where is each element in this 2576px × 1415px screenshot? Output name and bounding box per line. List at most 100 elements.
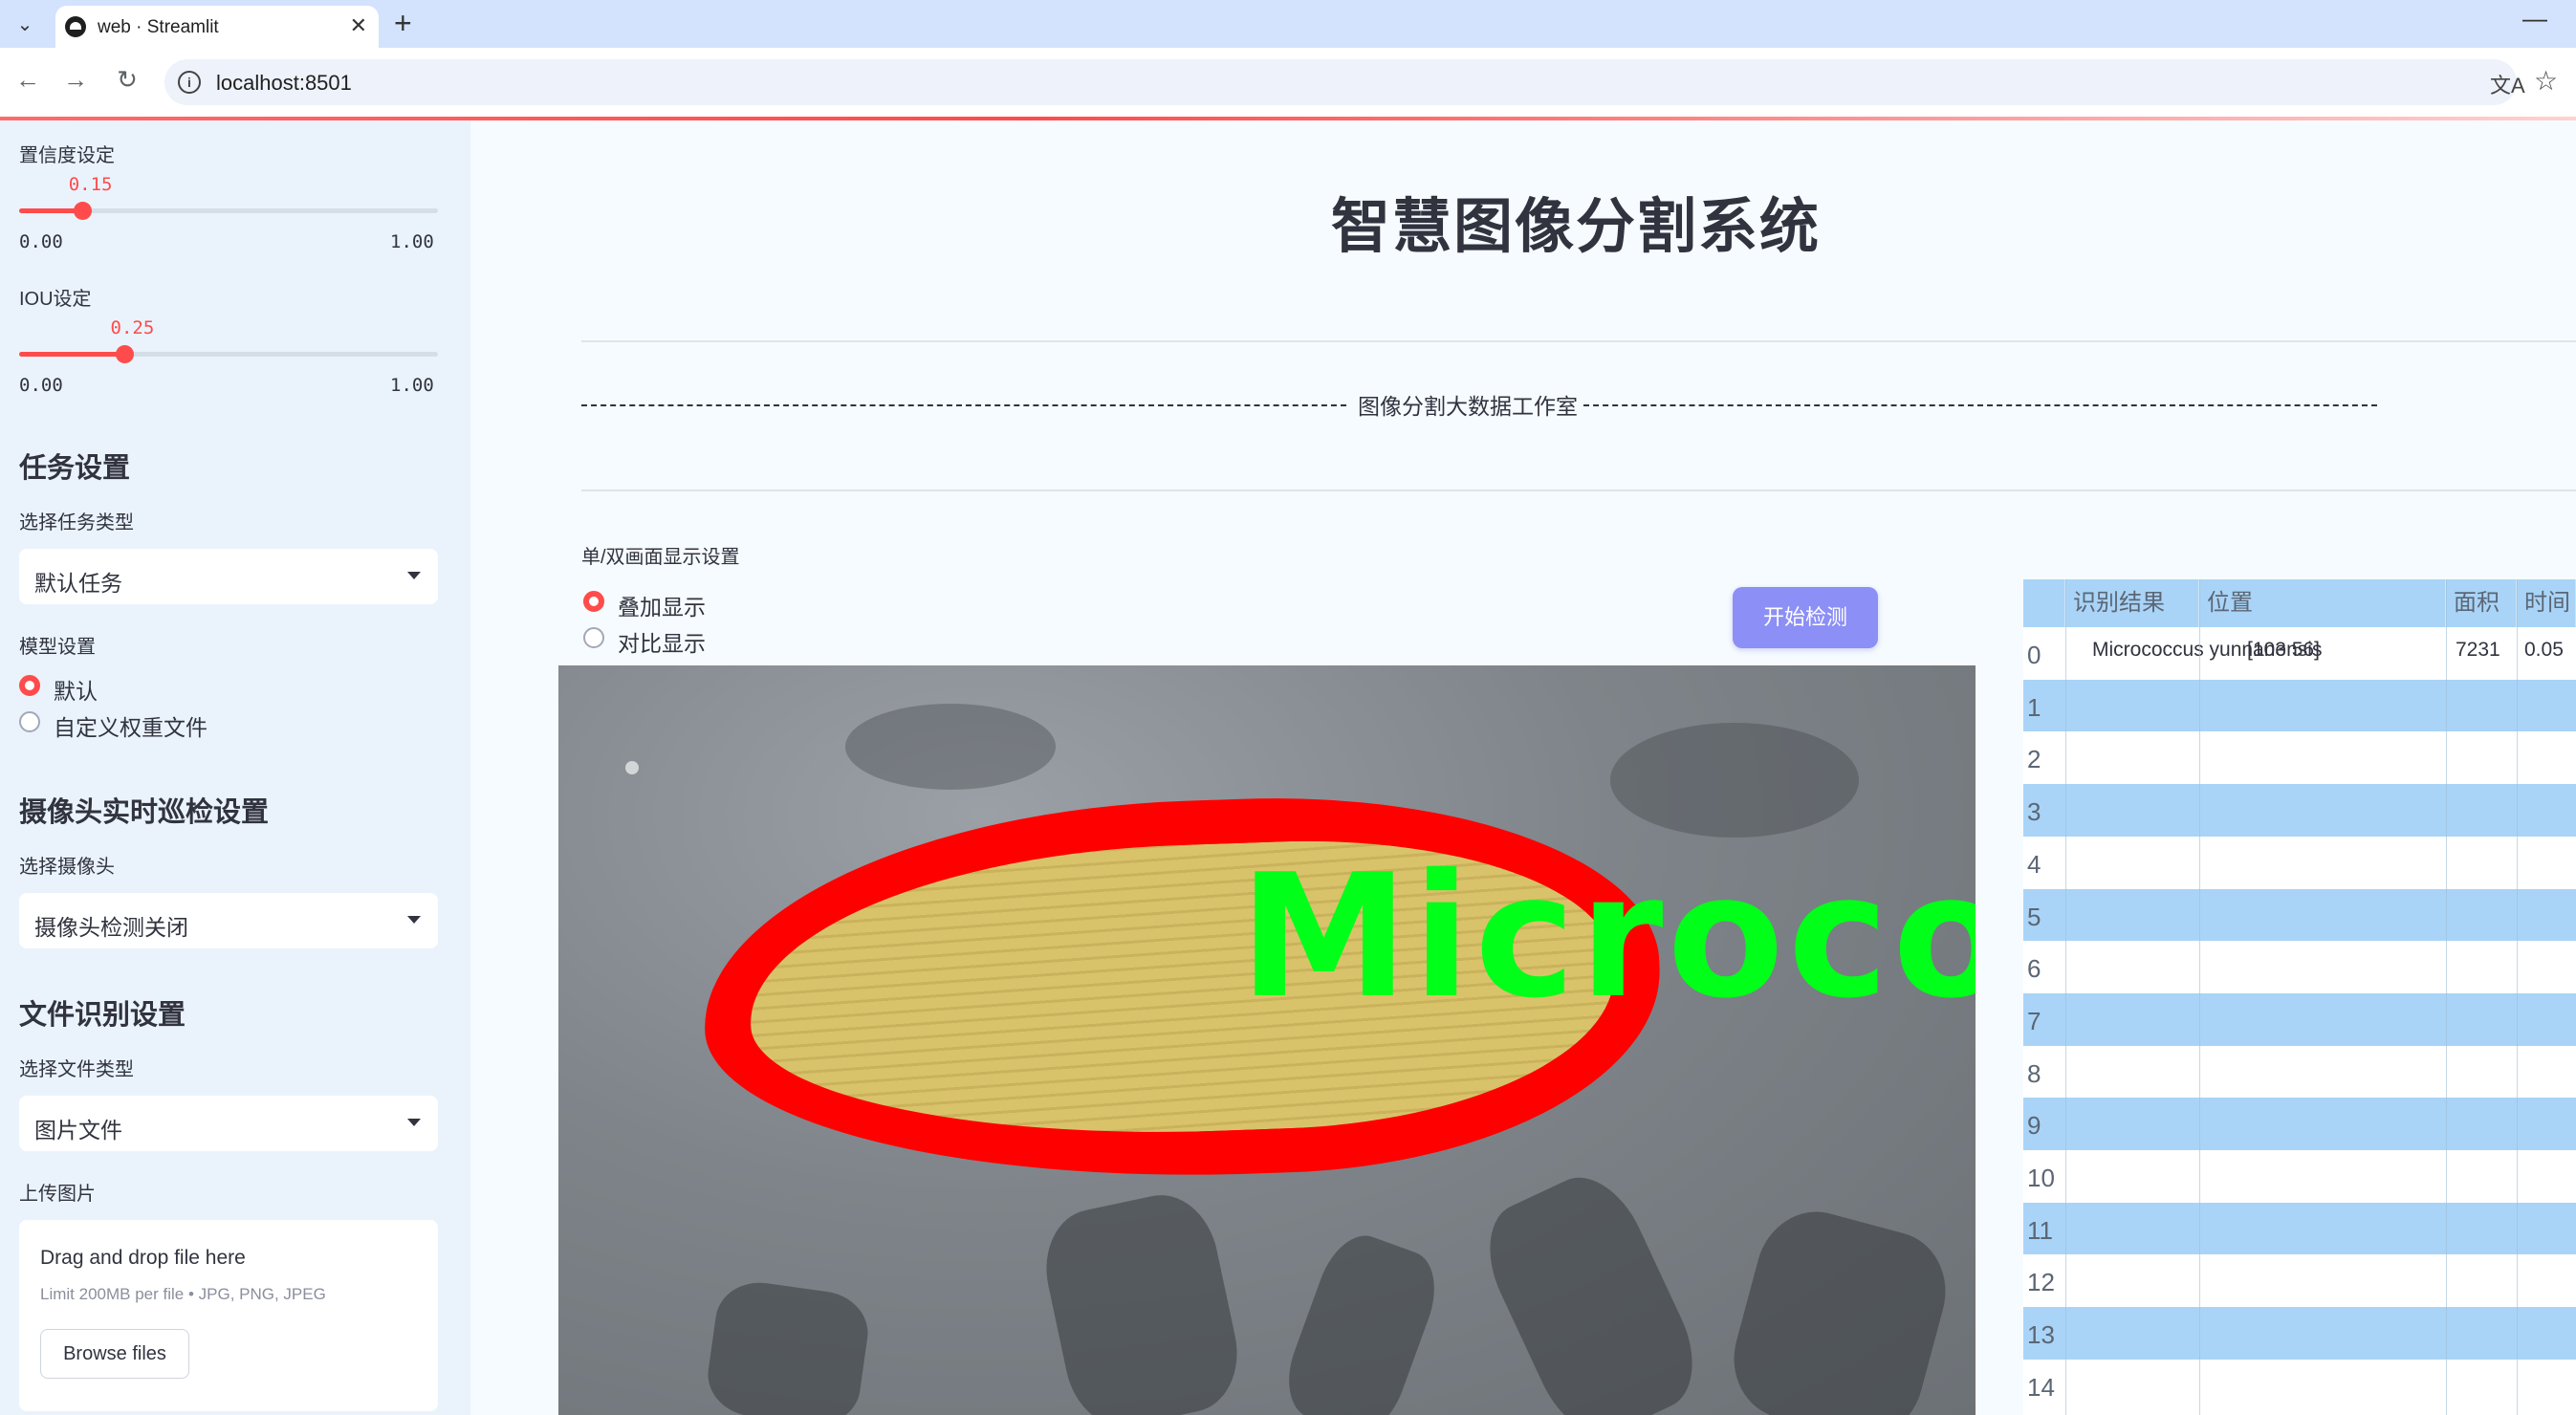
task-type-select[interactable]: 默认任务 <box>19 549 438 604</box>
table-row[interactable]: 13 <box>2023 1307 2576 1360</box>
display-option-label: 叠加显示 <box>618 595 706 620</box>
table-row[interactable]: 1 <box>2023 679 2576 732</box>
radio-unselected-icon[interactable] <box>583 627 604 648</box>
site-info-icon[interactable]: i <box>178 71 201 94</box>
image-texture <box>1610 723 1859 838</box>
row-index: 3 <box>2027 797 2041 827</box>
table-row[interactable]: 6 <box>2023 941 2576 993</box>
camera-settings-heading: 摄像头实时巡检设置 <box>19 797 270 828</box>
table-row[interactable]: 0 Micrococcus yunnanensis [103 56] 7231 0.05 <box>2023 627 2576 680</box>
image-background-glyph <box>703 1276 873 1415</box>
radio-selected-icon[interactable] <box>583 591 604 612</box>
confidence-label: 置信度设定 <box>19 145 115 166</box>
segmentation-result-image: Micrococ <box>558 665 1976 1415</box>
dropzone-title: Drag and drop file here <box>40 1247 246 1269</box>
confidence-slider-thumb[interactable] <box>73 202 92 220</box>
table-row[interactable]: 12 <box>2023 1254 2576 1307</box>
url-text[interactable]: localhost:8501 <box>216 71 352 96</box>
iou-max: 1.00 <box>390 375 434 396</box>
bookmark-star-icon[interactable]: ☆ <box>2534 65 2558 97</box>
row-index: 10 <box>2027 1164 2055 1192</box>
reload-icon[interactable]: ↻ <box>111 65 143 95</box>
dashed-line-left <box>581 404 1346 406</box>
table-row[interactable]: 7 <box>2023 992 2576 1046</box>
translate-icon[interactable]: 文A <box>2490 69 2525 99</box>
browser-tab-bar: ⌄ web · Streamlit ✕ + — <box>0 0 2576 48</box>
camera-select[interactable]: 摄像头检测关闭 <box>19 893 438 948</box>
chevron-down-icon <box>407 1119 421 1126</box>
divider <box>581 340 2576 342</box>
iou-label: IOU设定 <box>19 289 92 310</box>
image-background-glyph <box>1469 1161 1714 1415</box>
table-row[interactable]: 4 <box>2023 837 2576 889</box>
radio-unselected-icon[interactable] <box>19 711 40 732</box>
display-mode-label: 单/双画面显示设置 <box>581 547 740 568</box>
row-index: 6 <box>2027 954 2041 984</box>
detection-class-label: Micrococ <box>1239 838 1976 1035</box>
table-row[interactable]: 9 <box>2023 1098 2576 1150</box>
iou-slider[interactable] <box>19 345 438 363</box>
model-option-label: 默认 <box>54 679 98 704</box>
row-index: 5 <box>2027 902 2041 931</box>
image-background-glyph <box>1719 1198 1960 1415</box>
new-tab-plus-icon[interactable]: + <box>394 6 412 41</box>
table-row[interactable]: 5 <box>2023 888 2576 942</box>
tab-search-chevron-icon[interactable]: ⌄ <box>10 10 40 40</box>
cell-area: 7231 <box>2456 639 2500 661</box>
table-row[interactable]: 14 <box>2023 1360 2576 1412</box>
results-table[interactable]: 0 Micrococcus yunnanensis [103 56] 7231 0.05… <box>2023 579 2576 1415</box>
tab-close-icon[interactable]: ✕ <box>350 13 367 38</box>
table-row[interactable]: 10 <box>2023 1150 2576 1203</box>
sidebar: 置信度设定 0.15 0.00 1.00 IOU设定 0.25 0.00 1.0… <box>0 120 470 1415</box>
divider <box>581 490 2576 491</box>
image-background-glyph <box>1275 1225 1449 1415</box>
column-divider <box>2199 579 2200 1415</box>
cell-position: [103 56] <box>2247 639 2320 661</box>
row-index: 2 <box>2027 745 2041 774</box>
confidence-slider[interactable] <box>19 202 438 220</box>
column-header-result[interactable]: 识别结果 <box>2065 579 2199 627</box>
column-header-time[interactable]: 时间 <box>2517 579 2576 627</box>
studio-text: 图像分割大数据工作室 <box>1358 394 1578 419</box>
confidence-min: 0.00 <box>19 231 63 252</box>
file-type-value: 图片文件 <box>34 1118 122 1143</box>
dashed-line-right <box>1583 404 2377 406</box>
column-header-area[interactable]: 面积 <box>2446 579 2517 627</box>
camera-select-value: 摄像头检测关闭 <box>34 915 188 940</box>
chevron-down-icon <box>407 572 421 579</box>
column-divider <box>2446 579 2447 1415</box>
table-index-header <box>2023 579 2065 627</box>
browser-tab[interactable]: web · Streamlit ✕ <box>55 6 379 48</box>
browse-files-button[interactable]: Browse files <box>40 1329 189 1379</box>
display-option-label: 对比显示 <box>618 631 706 656</box>
address-bar[interactable]: i localhost:8501 <box>164 59 2517 105</box>
iou-value: 0.25 <box>110 317 155 338</box>
page-title: 智慧图像分割系统 <box>1331 194 1822 260</box>
task-type-label: 选择任务类型 <box>19 512 134 533</box>
table-row[interactable]: 2 <box>2023 731 2576 784</box>
camera-select-label: 选择摄像头 <box>19 857 115 878</box>
confidence-value: 0.15 <box>68 174 113 195</box>
table-row[interactable]: 3 <box>2023 784 2576 837</box>
column-divider <box>2517 579 2518 1415</box>
table-row[interactable]: 11 <box>2023 1202 2576 1255</box>
radio-selected-icon[interactable] <box>19 675 40 696</box>
streamlit-favicon-icon <box>65 16 86 37</box>
file-dropzone[interactable]: Drag and drop file here Limit 200MB per … <box>19 1220 438 1411</box>
iou-slider-thumb[interactable] <box>115 345 134 363</box>
column-header-position[interactable]: 位置 <box>2199 579 2446 627</box>
row-index: 12 <box>2027 1268 2055 1297</box>
table-row[interactable]: 8 <box>2023 1046 2576 1099</box>
file-type-select[interactable]: 图片文件 <box>19 1096 438 1151</box>
file-settings-heading: 文件识别设置 <box>19 1000 186 1031</box>
dropzone-limit: Limit 200MB per file • JPG, PNG, JPEG <box>40 1285 326 1303</box>
window-minimize-icon[interactable]: — <box>2522 4 2547 33</box>
model-settings-label: 模型设置 <box>19 637 96 658</box>
upload-label: 上传图片 <box>19 1184 96 1205</box>
row-index: 9 <box>2027 1111 2041 1141</box>
forward-arrow-icon[interactable]: → <box>59 65 92 95</box>
image-background-glyph <box>1035 1185 1249 1415</box>
back-arrow-icon[interactable]: ← <box>11 65 44 95</box>
cell-time: 0.05 <box>2524 639 2564 661</box>
start-detection-button[interactable]: 开始检测 <box>1733 587 1878 648</box>
